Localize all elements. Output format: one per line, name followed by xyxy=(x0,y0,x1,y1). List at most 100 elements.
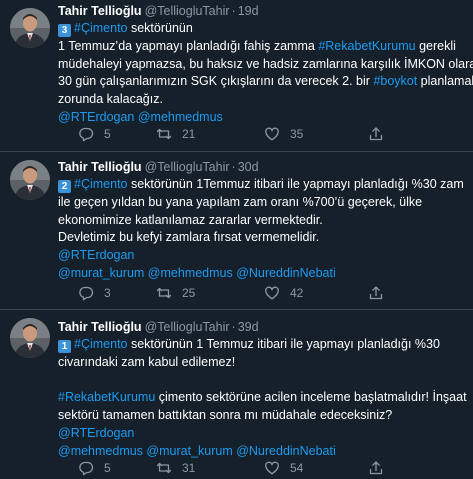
hashtag-link[interactable]: #boykot xyxy=(373,74,417,88)
like-button[interactable]: 42 xyxy=(264,285,303,301)
hashtag-link[interactable]: #Çimento xyxy=(74,177,128,191)
tweet-text-segment: Devletimiz bu kefyi zamlara fırsat verme… xyxy=(58,230,320,245)
profile-photo xyxy=(10,160,50,200)
retweet-button[interactable]: 25 xyxy=(156,285,195,301)
retweet-button[interactable]: 31 xyxy=(156,460,195,476)
tweet-text-segment: zorunda kalacağız. xyxy=(58,92,163,107)
tweet-text-line: 30 gün çalışanlarımızın SGK çıkışlarını … xyxy=(58,73,473,91)
like-count: 35 xyxy=(290,127,304,141)
tweet-text-segment: 30 gün çalışanlarımızın SGK çıkışlarını … xyxy=(58,74,374,89)
like-icon xyxy=(265,461,279,475)
share-icon xyxy=(369,461,383,475)
author-name[interactable]: Tahir Tellioğlu xyxy=(58,4,142,18)
thread-number-badge: 3 xyxy=(58,24,71,37)
profile-photo xyxy=(10,318,50,358)
tweet-text-segment: çimento sektörüne acilen inceleme başlat… xyxy=(155,390,467,405)
tweet-text: 3 #Çimento sektörünün 1 Temmuz’da yapmayı … xyxy=(58,20,473,127)
tweet-header: Tahir Tellioğlu @TelliogluTahir · 19d xyxy=(58,2,463,20)
tweet[interactable]: Tahir Tellioğlu @TelliogluTahir · 19d 3 #Çim… xyxy=(0,0,473,152)
tweet-text-segment: sektörünün 1Temmuz itibari ile yapmayı p… xyxy=(127,177,464,191)
tweet-timestamp[interactable]: 30d xyxy=(238,160,259,174)
tweet-text-line: 1 Temmuz’da yapmayı planladığı fahiş zam… xyxy=(58,38,463,56)
reply-button[interactable]: 5 xyxy=(78,460,111,476)
mention-link[interactable]: @RTErdogan @mehmedmus xyxy=(58,110,223,124)
tweet-text-line: 1 #Çimento sektörünün 1 Temmuz itibari il… xyxy=(58,336,463,354)
like-button[interactable]: 54 xyxy=(264,460,303,476)
tweet-text-line: @mehmedmus @murat_kurum @NureddinNebati xyxy=(58,443,463,461)
thread-number-badge: 2 xyxy=(58,180,71,193)
tweet-text-line: #RekabetKurumu çimento sektörüne acilen … xyxy=(58,389,467,407)
retweet-icon xyxy=(156,128,172,140)
reply-icon xyxy=(79,461,94,476)
reply-icon xyxy=(79,286,94,301)
author-handle[interactable]: @TelliogluTahir xyxy=(145,160,230,174)
share-button[interactable] xyxy=(368,460,384,476)
tweet-text-line: @RTErdogan @mehmedmus xyxy=(58,109,463,127)
like-icon xyxy=(265,286,279,300)
avatar[interactable] xyxy=(10,160,50,200)
mention-link[interactable]: @RTErdogan xyxy=(58,426,134,440)
tweet-text-line: @murat_kurum @mehmedmus @NureddinNebati xyxy=(58,265,463,283)
share-button[interactable] xyxy=(368,126,384,142)
separator-dot: · xyxy=(231,4,236,18)
reply-button[interactable]: 3 xyxy=(78,285,111,301)
retweet-count: 31 xyxy=(182,461,196,475)
tweet-text-segment: sektörünün xyxy=(127,21,193,35)
tweet-timestamp[interactable]: 19d xyxy=(238,4,259,18)
tweet-text-line: civarındaki zam kabul edilemez! xyxy=(58,354,463,372)
profile-photo xyxy=(10,8,50,48)
tweet[interactable]: Tahir Tellioğlu @TelliogluTahir · 39d 1 #Çim… xyxy=(0,310,473,479)
separator-dot: · xyxy=(231,320,236,334)
reply-button[interactable]: 5 xyxy=(78,126,111,142)
retweet-icon xyxy=(156,462,172,474)
hashtag-link[interactable]: #RekabetKurumu xyxy=(318,39,415,53)
reply-count: 3 xyxy=(104,286,111,300)
mention-link[interactable]: @RTErdogan xyxy=(58,248,134,262)
avatar[interactable] xyxy=(10,318,50,358)
tweet-header: Tahir Tellioğlu @TelliogluTahir · 30d xyxy=(58,158,463,176)
tweet-text: 2 #Çimento sektörünün 1Temmuz itibari ile… xyxy=(58,176,464,283)
tweet-text-segment: müdehaleyi yapmazsa, bu haksız ve hadsiz… xyxy=(58,56,473,71)
tweet-text-segment: gerekli xyxy=(415,38,456,53)
separator-dot: · xyxy=(231,160,236,174)
tweet-header: Tahir Tellioğlu @TelliogluTahir · 39d xyxy=(58,318,463,336)
tweet-text: 1 #Çimento sektörünün 1 Temmuz itibari il… xyxy=(58,336,467,461)
tweet-actions: 5 21 35 xyxy=(78,126,383,142)
avatar[interactable] xyxy=(10,8,50,48)
tweet-feed: Tahir Tellioğlu @TelliogluTahir · 19d 3 #Çim… xyxy=(0,0,473,479)
like-button[interactable]: 35 xyxy=(264,126,303,142)
tweet-text-segment: 1 Temmuz’da yapmayı planladığı fahiş zam… xyxy=(58,38,319,53)
tweet-text-line: müdehaleyi yapmazsa, bu haksız ve hadsiz… xyxy=(58,56,473,74)
like-count: 54 xyxy=(290,461,304,475)
tweet-timestamp[interactable]: 39d xyxy=(238,320,259,334)
share-button[interactable] xyxy=(368,285,384,301)
author-handle[interactable]: @TelliogluTahir xyxy=(145,320,230,334)
retweet-button[interactable]: 21 xyxy=(156,126,195,142)
tweet-text-segment: planlamak xyxy=(417,74,473,89)
author-name[interactable]: Tahir Tellioğlu xyxy=(58,160,142,174)
tweet-text-line: 2 #Çimento sektörünün 1Temmuz itibari ile… xyxy=(58,176,464,194)
tweet-actions: 5 31 54 xyxy=(78,460,383,476)
share-icon xyxy=(369,286,383,300)
author-name[interactable]: Tahir Tellioğlu xyxy=(58,320,142,334)
like-count: 42 xyxy=(290,286,304,300)
tweet-text-line: ile geçen yıldan bu yana yapılam zam ora… xyxy=(58,194,463,212)
author-handle[interactable]: @TelliogluTahir xyxy=(145,4,230,18)
tweet-text-segment: ekonomimize katlanılamaz zararlar vermek… xyxy=(58,212,323,227)
retweet-count: 25 xyxy=(182,286,196,300)
tweet-text-line: @RTErdogan xyxy=(58,247,463,265)
hashtag-link[interactable]: #Çimento xyxy=(74,21,128,35)
reply-count: 5 xyxy=(104,127,111,141)
tweet-text-line: @RTErdogan xyxy=(58,425,463,443)
hashtag-link[interactable]: #RekabetKurumu xyxy=(58,390,155,404)
tweet[interactable]: Tahir Tellioğlu @TelliogluTahir · 30d 2 #Çim… xyxy=(0,152,473,310)
mention-link[interactable]: @murat_kurum @mehmedmus @NureddinNebati xyxy=(58,266,336,280)
tweet-actions: 3 25 42 xyxy=(78,285,383,301)
hashtag-link[interactable]: #Çimento xyxy=(74,337,128,351)
tweet-text-segment: civarındaki zam kabul edilemez! xyxy=(58,354,236,369)
tweet-text-line: 3 #Çimento sektörünün xyxy=(58,20,463,38)
share-icon xyxy=(369,127,383,141)
like-icon xyxy=(265,127,279,141)
mention-link[interactable]: @mehmedmus @murat_kurum @NureddinNebati xyxy=(58,444,336,458)
